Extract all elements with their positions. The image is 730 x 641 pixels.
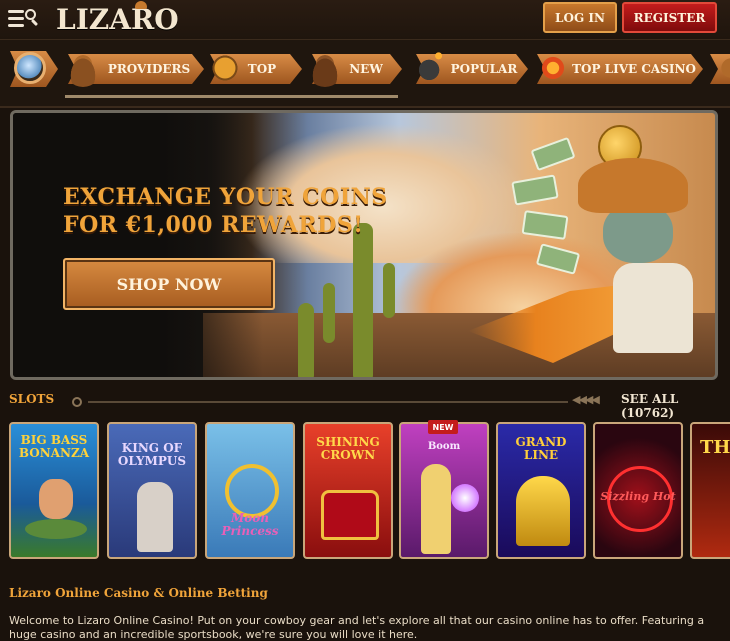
banner-headline-line1: EXCHANGE YOUR COINS — [63, 184, 388, 210]
crown-image — [321, 490, 379, 540]
game-title: BIG BASS BONANZA — [18, 433, 90, 460]
cactus-image — [298, 303, 314, 377]
menu-search-icon[interactable] — [8, 8, 39, 30]
slots-title: SLOTS — [9, 392, 55, 406]
slots-carousel: BIG BASS BONANZA KING OF OLYMPUS Moon Pr… — [0, 422, 730, 562]
game-title: TH — [700, 437, 730, 458]
game-card[interactable]: GRAND LINE — [496, 422, 586, 559]
live-badge-icon — [534, 49, 572, 87]
moon-image — [225, 464, 279, 518]
see-all-link[interactable]: SEE ALL (10762) — [621, 392, 730, 420]
header: LIZARO LOG IN REGISTER — [0, 0, 730, 40]
game-title: KING OF OLYMPUS — [117, 441, 187, 468]
game-title: SHINING CROWN — [316, 435, 380, 462]
promo-banner[interactable]: EXCHANGE YOUR COINS FOR €1,000 REWARDS! … — [10, 110, 718, 380]
money-stack-icon — [530, 136, 576, 172]
magnifier-handle — [30, 18, 39, 27]
game-title: Sizzling Hot — [600, 490, 676, 503]
banner-headline-line2: FOR €1,000 REWARDS! — [63, 212, 364, 238]
register-button[interactable]: REGISTER — [622, 2, 717, 33]
magnifier-icon — [25, 9, 36, 20]
search-icon — [14, 52, 46, 84]
slots-header: SLOTS ◀◀◀◀ SEE ALL (10762) — [0, 392, 730, 420]
cowboy-hat-image — [578, 158, 688, 213]
cactus-image — [353, 223, 373, 377]
game-card[interactable]: TH — [690, 422, 730, 559]
game-card[interactable]: SHINING CROWN — [303, 422, 393, 559]
menu-bar — [8, 17, 24, 20]
category-nav: PROVIDERS TOP NEW POPULAR TOP LIVE CASIN… — [0, 40, 730, 108]
logo-hat-icon — [135, 1, 147, 9]
login-button[interactable]: LOG IN — [543, 2, 617, 33]
cowboy-lizard-body — [613, 263, 693, 353]
cowboy-hat-icon — [306, 49, 344, 87]
cowboy-hat-icon — [64, 49, 102, 87]
game-card[interactable]: Moon Princess — [205, 422, 295, 559]
logo[interactable]: LIZARO — [56, 3, 179, 36]
chevrons-left-icon: ◀◀◀◀ — [572, 393, 600, 406]
cactus-image — [323, 283, 335, 343]
game-title: Boom — [427, 441, 461, 452]
sheriff-badge-icon — [206, 49, 244, 87]
banner-headline: EXCHANGE YOUR COINS FOR €1,000 REWARDS! — [63, 183, 388, 239]
cactus-image — [383, 263, 395, 318]
game-title: Moon Princess — [221, 511, 279, 538]
nav-divider — [0, 106, 730, 108]
game-card[interactable]: KING OF OLYMPUS — [107, 422, 197, 559]
menu-bar — [8, 10, 24, 13]
bomb-icon — [412, 49, 450, 87]
about-text: Welcome to Lizaro Online Casino! Put on … — [9, 614, 705, 641]
fisherman-image — [39, 479, 73, 519]
crystal-ball-image — [451, 484, 479, 512]
zeus-image — [137, 482, 173, 552]
new-badge: NEW — [428, 420, 458, 434]
game-card[interactable]: BIG BASS BONANZA — [9, 422, 99, 559]
divider-dot — [72, 397, 82, 407]
gold-train-image — [516, 476, 570, 546]
woman-image — [421, 464, 451, 554]
about-title: Lizaro Online Casino & Online Betting — [9, 586, 268, 600]
divider-line — [88, 401, 568, 403]
game-title: GRAND LINE — [515, 435, 567, 462]
game-card[interactable]: Sizzling Hot — [593, 422, 683, 559]
shop-now-button[interactable]: SHOP NOW — [63, 258, 275, 310]
game-card[interactable]: Boom — [399, 422, 489, 559]
nav-active-indicator — [65, 95, 398, 98]
fish-image — [25, 519, 87, 539]
menu-bar — [8, 24, 24, 27]
banner-dark-panel — [13, 113, 263, 377]
